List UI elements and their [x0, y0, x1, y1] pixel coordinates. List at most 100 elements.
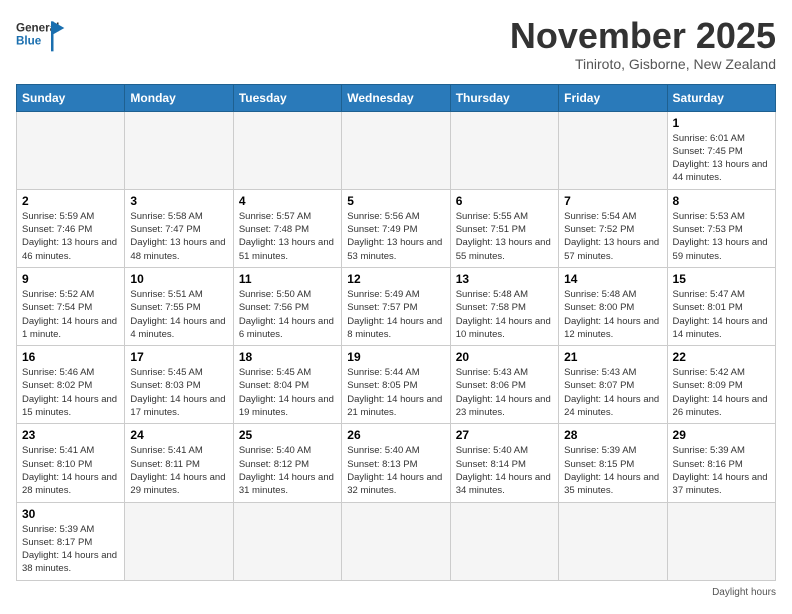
day-info: Sunrise: 5:49 AM Sunset: 7:57 PM Dayligh… — [347, 288, 444, 341]
calendar-week-6: 30Sunrise: 5:39 AM Sunset: 8:17 PM Dayli… — [17, 502, 776, 580]
day-info: Sunrise: 5:57 AM Sunset: 7:48 PM Dayligh… — [239, 210, 336, 263]
day-number: 30 — [22, 507, 119, 521]
calendar-day — [667, 502, 775, 580]
calendar-day — [233, 111, 341, 189]
day-info: Sunrise: 5:55 AM Sunset: 7:51 PM Dayligh… — [456, 210, 553, 263]
calendar-day — [125, 111, 233, 189]
calendar-day: 2 Sunrise: 5:59 AM Sunset: 7:46 PM Daylig… — [17, 189, 125, 267]
day-number: 3 — [130, 194, 227, 208]
day-info: Sunrise: 5:40 AM Sunset: 8:12 PM Dayligh… — [239, 444, 336, 497]
calendar-day: 29 Sunrise: 5:39 AM Sunset: 8:16 PM Dayli… — [667, 424, 775, 502]
day-number: 14 — [564, 272, 661, 286]
calendar-day: 4 Sunrise: 5:57 AM Sunset: 7:48 PM Daylig… — [233, 189, 341, 267]
page-header: General Blue November 2025 Tiniroto, Gis… — [16, 16, 776, 72]
day-info: Sunrise: 5:51 AM Sunset: 7:55 PM Dayligh… — [130, 288, 227, 341]
calendar-day: 7Sunrise: 5:54 AM Sunset: 7:52 PM Daylig… — [559, 189, 667, 267]
calendar-day — [450, 502, 558, 580]
day-info: Sunrise: 5:52 AM Sunset: 7:54 PM Dayligh… — [22, 288, 119, 341]
calendar-day: 20 Sunrise: 5:43 AM Sunset: 8:06 PM Dayli… — [450, 346, 558, 424]
day-info: Sunrise: 5:40 AM Sunset: 8:13 PM Dayligh… — [347, 444, 444, 497]
weekday-header-sunday: Sunday — [17, 84, 125, 111]
svg-text:Blue: Blue — [16, 35, 42, 48]
calendar-day: 5 Sunrise: 5:56 AM Sunset: 7:49 PM Daylig… — [342, 189, 450, 267]
day-number: 18 — [239, 350, 336, 364]
calendar-day — [559, 502, 667, 580]
day-number: 20 — [456, 350, 553, 364]
calendar-week-1: 1 Sunrise: 6:01 AM Sunset: 7:45 PM Daylig… — [17, 111, 776, 189]
calendar-day: 23Sunrise: 5:41 AM Sunset: 8:10 PM Dayli… — [17, 424, 125, 502]
calendar-week-3: 9 Sunrise: 5:52 AM Sunset: 7:54 PM Daylig… — [17, 267, 776, 345]
day-info: Sunrise: 5:48 AM Sunset: 8:00 PM Dayligh… — [564, 288, 661, 341]
day-info: Sunrise: 5:53 AM Sunset: 7:53 PM Dayligh… — [673, 210, 770, 263]
weekday-header-friday: Friday — [559, 84, 667, 111]
calendar-day — [17, 111, 125, 189]
weekday-header-thursday: Thursday — [450, 84, 558, 111]
calendar-day: 24 Sunrise: 5:41 AM Sunset: 8:11 PM Dayli… — [125, 424, 233, 502]
day-number: 11 — [239, 272, 336, 286]
day-number: 2 — [22, 194, 119, 208]
day-info: Sunrise: 5:39 AM Sunset: 8:16 PM Dayligh… — [673, 444, 770, 497]
logo: General Blue — [16, 16, 66, 60]
day-number: 16 — [22, 350, 119, 364]
day-number: 1 — [673, 116, 770, 130]
day-info: Sunrise: 5:58 AM Sunset: 7:47 PM Dayligh… — [130, 210, 227, 263]
calendar-day: 8 Sunrise: 5:53 AM Sunset: 7:53 PM Daylig… — [667, 189, 775, 267]
day-number: 28 — [564, 428, 661, 442]
calendar-day: 15Sunrise: 5:47 AM Sunset: 8:01 PM Dayli… — [667, 267, 775, 345]
day-number: 10 — [130, 272, 227, 286]
day-number: 5 — [347, 194, 444, 208]
calendar-day: 21Sunrise: 5:43 AM Sunset: 8:07 PM Dayli… — [559, 346, 667, 424]
day-number: 21 — [564, 350, 661, 364]
calendar-day — [125, 502, 233, 580]
calendar-week-5: 23Sunrise: 5:41 AM Sunset: 8:10 PM Dayli… — [17, 424, 776, 502]
day-number: 13 — [456, 272, 553, 286]
weekday-header-saturday: Saturday — [667, 84, 775, 111]
day-info: Sunrise: 5:41 AM Sunset: 8:10 PM Dayligh… — [22, 444, 119, 497]
day-info: Sunrise: 5:46 AM Sunset: 8:02 PM Dayligh… — [22, 366, 119, 419]
calendar-day: 6Sunrise: 5:55 AM Sunset: 7:51 PM Daylig… — [450, 189, 558, 267]
title-block: November 2025 Tiniroto, Gisborne, New Ze… — [510, 16, 776, 72]
calendar-day — [559, 111, 667, 189]
day-number: 8 — [673, 194, 770, 208]
day-number: 29 — [673, 428, 770, 442]
calendar-day: 3 Sunrise: 5:58 AM Sunset: 7:47 PM Daylig… — [125, 189, 233, 267]
calendar-day — [342, 111, 450, 189]
month-title: November 2025 — [510, 16, 776, 56]
day-info: Sunrise: 5:39 AM Sunset: 8:15 PM Dayligh… — [564, 444, 661, 497]
calendar-day: 1 Sunrise: 6:01 AM Sunset: 7:45 PM Daylig… — [667, 111, 775, 189]
calendar-table: SundayMondayTuesdayWednesdayThursdayFrid… — [16, 84, 776, 581]
calendar-day: 10 Sunrise: 5:51 AM Sunset: 7:55 PM Dayli… — [125, 267, 233, 345]
weekday-header-row: SundayMondayTuesdayWednesdayThursdayFrid… — [17, 84, 776, 111]
day-info: Sunrise: 5:45 AM Sunset: 8:03 PM Dayligh… — [130, 366, 227, 419]
weekday-header-tuesday: Tuesday — [233, 84, 341, 111]
calendar-day: 14 Sunrise: 5:48 AM Sunset: 8:00 PM Dayli… — [559, 267, 667, 345]
day-number: 26 — [347, 428, 444, 442]
location: Tiniroto, Gisborne, New Zealand — [510, 56, 776, 72]
day-info: Sunrise: 5:48 AM Sunset: 7:58 PM Dayligh… — [456, 288, 553, 341]
day-info: Sunrise: 5:59 AM Sunset: 7:46 PM Dayligh… — [22, 210, 119, 263]
day-number: 4 — [239, 194, 336, 208]
day-info: Sunrise: 5:41 AM Sunset: 8:11 PM Dayligh… — [130, 444, 227, 497]
day-info: Sunrise: 5:56 AM Sunset: 7:49 PM Dayligh… — [347, 210, 444, 263]
day-number: 9 — [22, 272, 119, 286]
calendar-day: 30Sunrise: 5:39 AM Sunset: 8:17 PM Dayli… — [17, 502, 125, 580]
general-blue-logo: General Blue — [16, 16, 66, 60]
day-info: Sunrise: 6:01 AM Sunset: 7:45 PM Dayligh… — [673, 132, 770, 185]
calendar-day: 28 Sunrise: 5:39 AM Sunset: 8:15 PM Dayli… — [559, 424, 667, 502]
day-info: Sunrise: 5:43 AM Sunset: 8:06 PM Dayligh… — [456, 366, 553, 419]
footer-note: Daylight hours — [16, 587, 776, 598]
calendar-day: 13 Sunrise: 5:48 AM Sunset: 7:58 PM Dayli… — [450, 267, 558, 345]
calendar-day: 12Sunrise: 5:49 AM Sunset: 7:57 PM Dayli… — [342, 267, 450, 345]
calendar-week-2: 2 Sunrise: 5:59 AM Sunset: 7:46 PM Daylig… — [17, 189, 776, 267]
calendar-day: 17Sunrise: 5:45 AM Sunset: 8:03 PM Dayli… — [125, 346, 233, 424]
calendar-day: 26 Sunrise: 5:40 AM Sunset: 8:13 PM Dayli… — [342, 424, 450, 502]
calendar-day: 22Sunrise: 5:42 AM Sunset: 8:09 PM Dayli… — [667, 346, 775, 424]
calendar-day — [342, 502, 450, 580]
calendar-day: 25 Sunrise: 5:40 AM Sunset: 8:12 PM Dayli… — [233, 424, 341, 502]
day-number: 25 — [239, 428, 336, 442]
day-number: 24 — [130, 428, 227, 442]
day-number: 15 — [673, 272, 770, 286]
calendar-day — [233, 502, 341, 580]
calendar-day: 19Sunrise: 5:44 AM Sunset: 8:05 PM Dayli… — [342, 346, 450, 424]
calendar-day: 16 Sunrise: 5:46 AM Sunset: 8:02 PM Dayli… — [17, 346, 125, 424]
